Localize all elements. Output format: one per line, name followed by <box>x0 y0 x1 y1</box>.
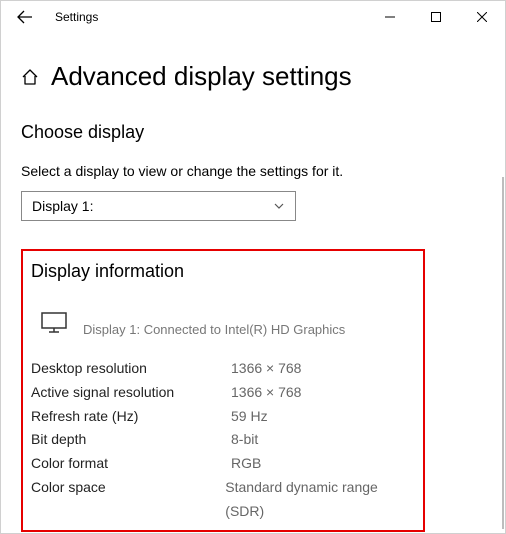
prop-key: Desktop resolution <box>31 357 231 381</box>
monitor-icon-wrap <box>41 312 67 339</box>
content-area: Advanced display settings Choose display… <box>1 61 505 532</box>
display-dropdown-value: Display 1: <box>32 198 273 214</box>
display-connected-label: Display 1: Connected to Intel(R) HD Grap… <box>83 322 345 337</box>
title-bar: Settings <box>1 1 505 33</box>
page-header: Advanced display settings <box>21 61 485 92</box>
prop-key: Bit depth <box>31 428 231 452</box>
window-title: Settings <box>55 10 98 24</box>
chevron-down-icon <box>273 200 285 212</box>
home-icon-wrap[interactable] <box>21 68 39 86</box>
arrow-left-icon <box>17 9 33 25</box>
minimize-button[interactable] <box>367 1 413 33</box>
display-dropdown[interactable]: Display 1: <box>21 191 296 221</box>
choose-display-description: Select a display to view or change the s… <box>21 163 485 179</box>
prop-row: Color space Standard dynamic range (SDR) <box>31 476 415 524</box>
monitor-icon <box>41 312 67 334</box>
prop-row: Desktop resolution 1366 × 768 <box>31 357 415 381</box>
prop-key: Color space <box>31 476 225 524</box>
back-button[interactable] <box>9 1 41 33</box>
prop-row: Color format RGB <box>31 452 415 476</box>
prop-val: 1366 × 768 <box>231 381 301 405</box>
prop-val: 59 Hz <box>231 405 268 429</box>
display-information-box: Display information Display 1: Connected… <box>21 249 425 532</box>
maximize-icon <box>431 12 441 22</box>
display-information-heading: Display information <box>31 261 415 282</box>
prop-val: 1366 × 768 <box>231 357 301 381</box>
minimize-icon <box>385 12 395 22</box>
prop-key: Refresh rate (Hz) <box>31 405 231 429</box>
display-connected-row: Display 1: Connected to Intel(R) HD Grap… <box>31 312 415 339</box>
page-title: Advanced display settings <box>51 61 352 92</box>
prop-val: RGB <box>231 452 261 476</box>
prop-val: Standard dynamic range (SDR) <box>225 476 415 524</box>
home-icon <box>21 68 39 86</box>
prop-row: Refresh rate (Hz) 59 Hz <box>31 405 415 429</box>
prop-row: Bit depth 8-bit <box>31 428 415 452</box>
prop-key: Active signal resolution <box>31 381 231 405</box>
prop-key: Color format <box>31 452 231 476</box>
close-button[interactable] <box>459 1 505 33</box>
window-controls <box>367 1 505 33</box>
prop-val: 8-bit <box>231 428 258 452</box>
scrollbar[interactable] <box>502 177 504 529</box>
maximize-button[interactable] <box>413 1 459 33</box>
choose-display-heading: Choose display <box>21 122 485 143</box>
prop-row: Active signal resolution 1366 × 768 <box>31 381 415 405</box>
close-icon <box>477 12 487 22</box>
